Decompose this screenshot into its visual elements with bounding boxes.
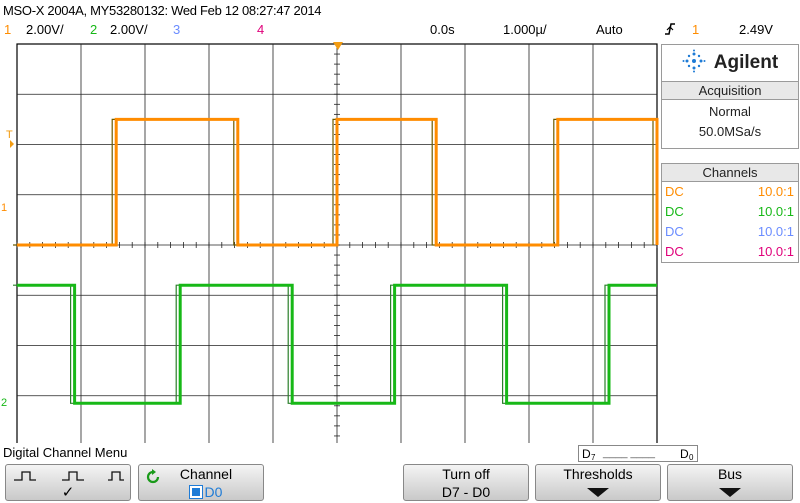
traces xyxy=(13,117,659,405)
waveform-display[interactable]: T 1 2 xyxy=(0,40,660,443)
softkey-bus[interactable]: Bus xyxy=(667,464,793,501)
softkey-turn-off[interactable]: Turn off D7 - D0 xyxy=(403,464,529,501)
channels-panel[interactable]: Channels DC 10.0:1 DC 10.0:1 DC 10.0:1 D… xyxy=(661,163,799,263)
agilent-logo: Agilent xyxy=(661,44,799,81)
trigger-level-marker[interactable]: T xyxy=(6,129,13,141)
turn-off-label: Turn off xyxy=(442,466,490,482)
time-position[interactable]: 0.0s xyxy=(430,22,455,37)
trigger-position-marker[interactable] xyxy=(333,42,343,50)
softkey-thresholds[interactable]: Thresholds xyxy=(535,464,661,501)
ch1-coupling: DC xyxy=(665,184,684,199)
selected-check-icon: ✓ xyxy=(61,484,75,501)
dbox-left-sub: 7 xyxy=(591,453,596,462)
bus-label: Bus xyxy=(717,466,743,482)
trigger-source[interactable]: 1 xyxy=(692,22,699,37)
ch2-probe: 10.0:1 xyxy=(757,204,794,219)
ch2-coupling: DC xyxy=(665,204,684,219)
time-scale[interactable]: 1.000µ/ xyxy=(503,22,547,37)
softkey-threshold-select[interactable]: ✓ xyxy=(5,464,131,501)
channel-value: D0 xyxy=(149,484,263,500)
rising-edge-icon xyxy=(664,21,676,40)
dbox-right: D xyxy=(680,447,689,461)
acquisition-mode: Normal xyxy=(709,104,751,119)
ch2-trace-persistence xyxy=(13,284,653,404)
trigger-level[interactable]: 2.49V xyxy=(739,22,773,37)
acquisition-panel[interactable]: Acquisition Normal 50.0MSa/s xyxy=(661,81,799,149)
channel-swatch-icon xyxy=(188,485,203,499)
ch4-probe: 10.0:1 xyxy=(757,244,794,259)
brand-name: Agilent xyxy=(713,52,779,73)
dbox-right-sub: 0 xyxy=(689,453,694,462)
scope-title: MSO-X 2004A, MY53280132: Wed Feb 12 08:2… xyxy=(3,3,322,18)
ch3-number[interactable]: 3 xyxy=(173,22,180,37)
thresholds-label: Thresholds xyxy=(563,466,633,482)
ch1-probe: 10.0:1 xyxy=(757,184,794,199)
ch2-number[interactable]: 2 xyxy=(90,22,97,37)
ch2-ground-marker[interactable]: 2 xyxy=(1,397,7,409)
trigger-mode[interactable]: Auto xyxy=(596,22,623,37)
submenu-arrow-icon xyxy=(587,488,609,497)
ch2-scale[interactable]: 2.00V/ xyxy=(110,22,148,37)
status-bar: 1 2.00V/ 2 2.00V/ 3 4 0.0s 1.000µ/ Auto … xyxy=(0,22,800,40)
channel-row-2[interactable]: DC 10.0:1 xyxy=(662,202,798,222)
ch4-coupling: DC xyxy=(665,244,684,259)
ch1-number[interactable]: 1 xyxy=(4,22,11,37)
ch3-coupling: DC xyxy=(665,224,684,239)
dbox-left: D xyxy=(582,447,591,461)
channel-row-4[interactable]: DC 10.0:1 xyxy=(662,242,798,262)
sample-rate: 50.0MSa/s xyxy=(698,124,762,139)
ch1-ground-marker[interactable]: 1 xyxy=(1,202,7,214)
dbox-dashes: ____ ____ xyxy=(603,447,655,459)
channel-row-3[interactable]: DC 10.0:1 xyxy=(662,222,798,242)
submenu-arrow-icon xyxy=(719,488,741,497)
acquisition-header: Acquisition xyxy=(662,82,798,100)
ch3-probe: 10.0:1 xyxy=(757,224,794,239)
menu-title: Digital Channel Menu xyxy=(3,445,128,460)
spark-icon xyxy=(682,49,706,78)
digital-channel-indicator: D 7 ____ ____ D 0 xyxy=(578,445,698,462)
softkey-channel[interactable]: Channel D0 xyxy=(138,464,264,501)
ch1-scale[interactable]: 2.00V/ xyxy=(26,22,64,37)
ch4-number[interactable]: 4 xyxy=(257,22,264,37)
ch1-trace xyxy=(17,117,659,247)
channel-row-1[interactable]: DC 10.0:1 xyxy=(662,182,798,202)
trigger-level-arrow xyxy=(10,140,14,148)
channels-header: Channels xyxy=(662,164,798,182)
channel-label: Channel xyxy=(179,466,233,482)
turn-off-range: D7 - D0 xyxy=(441,484,491,500)
